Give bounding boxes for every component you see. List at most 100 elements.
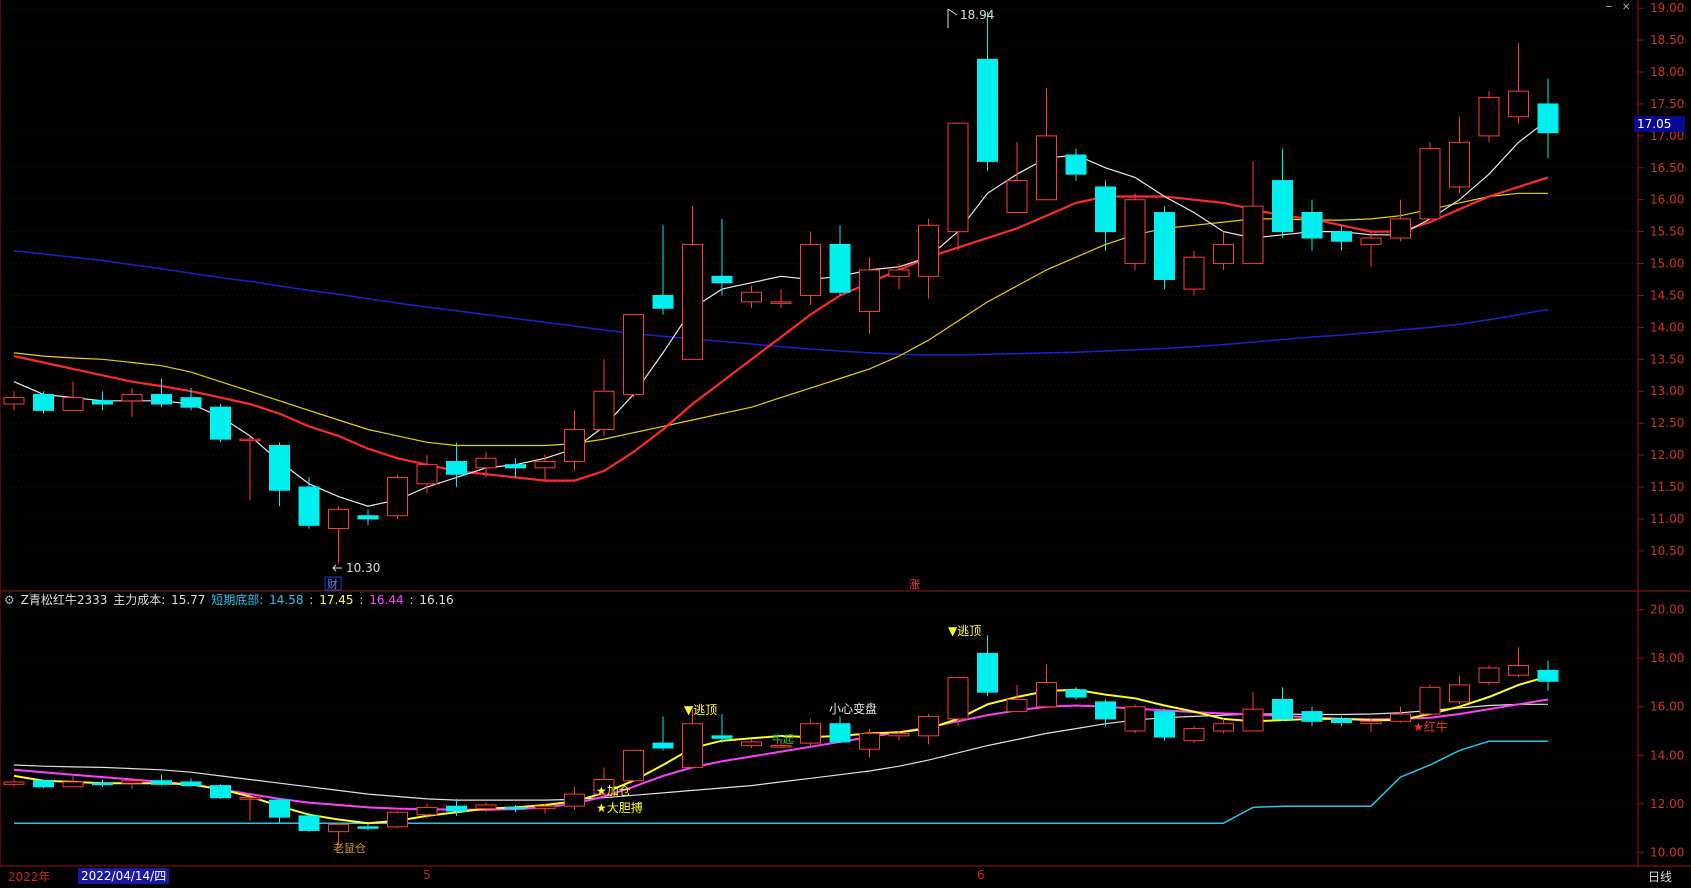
main-y-tick-label: 14.50 xyxy=(1650,288,1684,302)
sub-body xyxy=(1065,689,1087,698)
sub-candle xyxy=(387,811,408,829)
main-body xyxy=(505,464,526,469)
stock-chart[interactable]: 19.0018.5018.0017.5017.0016.5016.0015.50… xyxy=(0,0,1691,888)
signal-cow-start: 牛起 xyxy=(772,732,794,746)
main-body xyxy=(977,58,998,162)
main-body xyxy=(269,445,290,491)
month-label-6: 6 xyxy=(977,868,985,882)
main-body xyxy=(682,243,703,360)
sub-body xyxy=(446,805,467,812)
main-body xyxy=(62,397,84,411)
main-y-tick-label: 16.00 xyxy=(1650,193,1684,207)
sub-body xyxy=(1183,728,1205,742)
sub-y-tick-label: 12.00 xyxy=(1650,797,1684,811)
sub-y-tick-label: 20.00 xyxy=(1650,603,1684,617)
main-body xyxy=(1390,218,1411,239)
main-body xyxy=(593,390,615,431)
main-body xyxy=(446,460,467,475)
main-y-tick-label: 11.00 xyxy=(1650,512,1684,526)
event-marker-zhang[interactable]: 涨 xyxy=(909,578,920,591)
sub-candle xyxy=(1124,704,1146,734)
main-body xyxy=(298,486,320,526)
main-body xyxy=(121,393,143,402)
main-body xyxy=(564,429,585,462)
main-y-tick-label: 12.50 xyxy=(1650,416,1684,430)
main-body xyxy=(33,393,54,411)
sub-body xyxy=(1006,698,1028,713)
sub-body xyxy=(505,806,526,810)
indicator-settings-icon[interactable]: ⚙ xyxy=(4,593,15,607)
sub-body xyxy=(180,781,202,787)
main-body xyxy=(1301,211,1323,239)
sub-body xyxy=(269,799,290,818)
sep-2: : xyxy=(359,593,364,607)
sub-candle xyxy=(210,784,231,799)
sub-body xyxy=(918,715,939,737)
main-candle xyxy=(387,474,408,519)
sub-body xyxy=(475,804,497,810)
main-body xyxy=(3,397,25,405)
main-y-tick-label: 15.50 xyxy=(1650,225,1684,239)
main-y-tick-label: 17.50 xyxy=(1650,97,1684,111)
sub-body xyxy=(859,732,880,750)
main-body xyxy=(534,460,556,469)
main-body xyxy=(1213,243,1234,265)
main-body xyxy=(239,438,261,442)
sub-candle xyxy=(623,749,644,782)
sub-body xyxy=(92,782,113,786)
sep-1: : xyxy=(309,593,314,607)
main-cost-value: 15.77 xyxy=(171,593,206,607)
main-body xyxy=(1065,154,1087,175)
signal-escape-top-2: ▼逃顶 xyxy=(948,624,981,638)
minimize-icon[interactable]: ─ xyxy=(1606,2,1618,13)
short-bottom-value: 14.58 xyxy=(269,593,304,607)
main-candle xyxy=(623,314,644,398)
main-body xyxy=(1537,103,1559,134)
sub-candle xyxy=(1183,726,1205,744)
sub-body xyxy=(1213,723,1234,732)
sub-candle xyxy=(1419,684,1441,715)
sub-body xyxy=(652,742,674,749)
sub-body xyxy=(623,749,644,782)
sep-3: : xyxy=(409,593,414,607)
main-body xyxy=(1449,141,1470,188)
sub-body xyxy=(741,741,762,747)
sub-body xyxy=(357,826,379,829)
sub-body xyxy=(416,806,438,816)
main-body xyxy=(918,224,939,277)
main-body xyxy=(1242,205,1264,265)
sub-body xyxy=(534,805,556,810)
sub-body xyxy=(1390,713,1411,722)
sub-body xyxy=(829,723,851,743)
sub-body xyxy=(711,735,733,739)
sub-body xyxy=(947,677,969,720)
event-marker-cai[interactable]: 财 xyxy=(327,577,338,591)
main-y-tick-label: 12.00 xyxy=(1650,448,1684,462)
main-body xyxy=(1419,148,1441,220)
main-y-tick-label: 16.50 xyxy=(1650,161,1684,175)
signal-escape-top-1: ▼逃顶 xyxy=(684,703,717,717)
sub-candle xyxy=(1154,709,1175,741)
sub-body xyxy=(682,723,703,768)
close-icon[interactable]: ✕ xyxy=(1622,2,1634,13)
main-y-tick-label: 13.50 xyxy=(1650,352,1684,366)
indicator-name[interactable]: Z青松红牛2333 xyxy=(21,593,108,607)
main-body xyxy=(1006,180,1028,213)
main-y-tick-label: 14.00 xyxy=(1650,320,1684,334)
main-body xyxy=(92,400,113,405)
main-y-tick-label: 15.00 xyxy=(1650,257,1684,271)
sub-candle xyxy=(947,677,969,727)
main-candle xyxy=(1154,206,1175,290)
main-y-tick-label: 18.00 xyxy=(1650,65,1684,79)
main-body xyxy=(210,406,231,440)
main-y-tick-label: 10.50 xyxy=(1650,544,1684,558)
main-body xyxy=(1478,97,1500,137)
cursor-date: 2022/04/14/四 xyxy=(78,868,170,884)
signal-bottom-hint: 老鼠仓 xyxy=(333,841,366,855)
period-selector[interactable]: 日线 xyxy=(1648,868,1672,885)
sub-body xyxy=(564,793,585,807)
sub-y-tick-label: 16.00 xyxy=(1650,700,1684,714)
sub-body xyxy=(1537,669,1559,682)
year-label: 2022年 xyxy=(8,870,51,884)
sub-body xyxy=(1242,708,1264,732)
